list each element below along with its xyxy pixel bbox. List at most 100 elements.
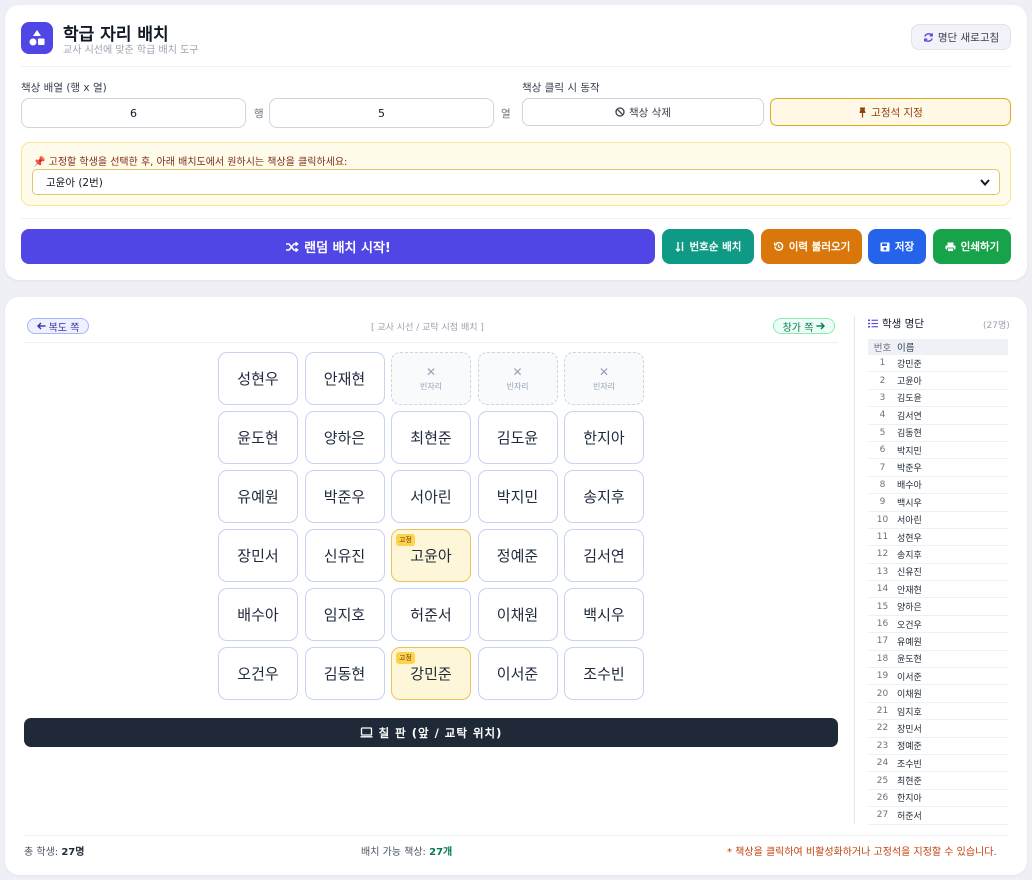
roster-row: 15 양하은 xyxy=(868,598,1008,616)
desk-student-name: 안재현 xyxy=(323,370,366,388)
desk[interactable]: 오건우 xyxy=(218,647,298,700)
roster-row: 19 이서준 xyxy=(868,668,1008,686)
app-subtitle: 교사 시선에 맞춘 학급 배치 도구 xyxy=(63,45,199,56)
roster-row: 20 이채원 xyxy=(868,685,1008,703)
desk[interactable]: 박준우 xyxy=(304,470,385,523)
desk[interactable]: 이서준 xyxy=(477,647,558,700)
roster-number: 26 xyxy=(876,792,889,803)
divider xyxy=(21,218,1011,219)
desk[interactable]: 백시우 xyxy=(564,588,644,641)
desk[interactable]: 최현준 xyxy=(391,411,471,464)
desk[interactable]: 임지호 xyxy=(304,588,385,641)
roster-row: 14 안재현 xyxy=(868,581,1008,599)
desk[interactable]: 이채원 xyxy=(477,588,558,641)
desk[interactable]: 김도윤 xyxy=(477,411,558,464)
roster-number: 16 xyxy=(876,619,889,630)
rows-input[interactable]: 6 xyxy=(21,98,246,128)
number-order-label: 번호순 배치 xyxy=(689,241,742,253)
north-side-pill: 복도 쪽 xyxy=(27,318,89,334)
close-icon: ✕ xyxy=(512,365,523,379)
roster-divider xyxy=(854,316,855,824)
desk[interactable]: 김서연 xyxy=(564,529,644,582)
fixed-seat-panel: 📌 고정할 학생을 선택한 후, 아래 배치도에서 원하시는 책상을 클릭하세요… xyxy=(21,142,1011,206)
roster-name: 안재현 xyxy=(897,585,922,596)
total-students-value: 27명 xyxy=(61,847,85,858)
roster-count: (27명) xyxy=(983,321,1010,331)
print-label: 인쇄하기 xyxy=(960,241,1000,253)
load-history-button[interactable]: 이력 불러오기 xyxy=(761,229,862,264)
empty-desk-label: 빈자리 xyxy=(592,382,616,391)
total-students: 총 학생: 27명 xyxy=(24,843,84,858)
random-seat-button[interactable]: 랜덤 배치 시작! xyxy=(21,229,655,264)
roster-number: 17 xyxy=(876,636,889,647)
desk[interactable]: 양하은 xyxy=(304,411,385,464)
desk[interactable]: 김동현 xyxy=(304,647,385,700)
available-desks-label: 배치 가능 책상: xyxy=(361,847,430,858)
fixed-seat-mode-button[interactable]: 고정석 지정 xyxy=(770,98,1011,126)
roster-row: 24 조수빈 xyxy=(868,755,1008,773)
roster-name: 최현준 xyxy=(897,777,922,788)
desk-student-name: 고윤아 xyxy=(410,547,452,565)
roster-name: 양하은 xyxy=(897,603,922,614)
desk-student-name: 정예준 xyxy=(496,547,539,565)
roster-name: 유예원 xyxy=(897,637,922,648)
desk[interactable]: 허준서 xyxy=(391,588,471,641)
fixed-desk[interactable]: 고정 고윤아 xyxy=(391,529,471,582)
roster-row: 21 임지호 xyxy=(868,703,1008,721)
roster-row: 13 신유진 xyxy=(868,564,1008,582)
desk-student-name: 김동현 xyxy=(323,665,366,683)
desk[interactable]: 신유진 xyxy=(304,529,385,582)
number-order-button[interactable]: 번호순 배치 xyxy=(662,229,754,264)
desk-student-name: 백시우 xyxy=(583,606,625,624)
desk[interactable]: 조수빈 xyxy=(564,647,644,700)
roster-name: 정예준 xyxy=(897,742,922,753)
desk[interactable]: 안재현 xyxy=(304,352,385,405)
view-caption: [ 교사 시선 / 교탁 시점 배치 ] xyxy=(371,323,484,333)
chevron-down-icon xyxy=(980,179,990,187)
fixed-badge: 고정 xyxy=(396,652,415,664)
roster-col-number: 번호 xyxy=(873,343,892,354)
empty-desk[interactable]: ✕ 빈자리 xyxy=(564,352,644,405)
control-panel: 학급 자리 배치 교사 시선에 맞춘 학급 배치 도구 명단 새로고침 책상 배… xyxy=(5,5,1027,280)
load-history-label: 이력 불러오기 xyxy=(788,241,851,253)
roster-number: 9 xyxy=(879,497,886,508)
roster-row: 1 강민준 xyxy=(868,355,1008,373)
shuffle-icon xyxy=(286,241,299,252)
roster-number: 13 xyxy=(876,566,889,577)
desk[interactable]: 윤도현 xyxy=(218,411,298,464)
roster-number: 22 xyxy=(876,723,889,734)
fixed-desk[interactable]: 고정 강민준 xyxy=(391,647,471,700)
desk[interactable]: 성현우 xyxy=(218,352,298,405)
divider xyxy=(24,342,838,343)
desk[interactable]: 송지후 xyxy=(564,470,644,523)
print-button[interactable]: 인쇄하기 xyxy=(933,229,1011,264)
roster-title-text: 학생 명단 xyxy=(882,318,924,330)
sort-numeric-icon xyxy=(675,242,683,252)
refresh-roster-button[interactable]: 명단 새로고침 xyxy=(911,24,1011,50)
desk[interactable]: 한지아 xyxy=(564,411,644,464)
roster-number: 2 xyxy=(879,375,886,386)
empty-desk[interactable]: ✕ 빈자리 xyxy=(391,352,471,405)
save-button[interactable]: 저장 xyxy=(868,229,926,264)
desk[interactable]: 박지민 xyxy=(477,470,558,523)
fixed-student-select[interactable]: 고윤아 (2번) xyxy=(32,169,1000,195)
desk[interactable]: 서아린 xyxy=(391,470,471,523)
roster-name: 박지민 xyxy=(897,446,922,457)
desk[interactable]: 장민서 xyxy=(218,529,298,582)
fixed-seat-mode-label: 고정석 지정 xyxy=(871,106,923,119)
desk[interactable]: 배수아 xyxy=(218,588,298,641)
delete-desk-mode-button[interactable]: 책상 삭제 xyxy=(522,98,764,126)
desk-student-name: 유예원 xyxy=(237,488,279,506)
cols-input[interactable]: 5 xyxy=(269,98,494,128)
roster-name: 한지아 xyxy=(897,794,922,805)
desk[interactable]: 정예준 xyxy=(477,529,558,582)
roster-number: 20 xyxy=(876,688,889,699)
roster-row: 9 백시우 xyxy=(868,494,1008,512)
roster-row: 2 고윤아 xyxy=(868,372,1008,390)
north-side-label: 복도 쪽 xyxy=(48,322,80,334)
desk[interactable]: 유예원 xyxy=(218,470,298,523)
desk-student-name: 이서준 xyxy=(496,665,539,683)
save-label: 저장 xyxy=(894,241,915,253)
empty-desk[interactable]: ✕ 빈자리 xyxy=(477,352,558,405)
desk-student-name: 서아린 xyxy=(410,488,452,506)
